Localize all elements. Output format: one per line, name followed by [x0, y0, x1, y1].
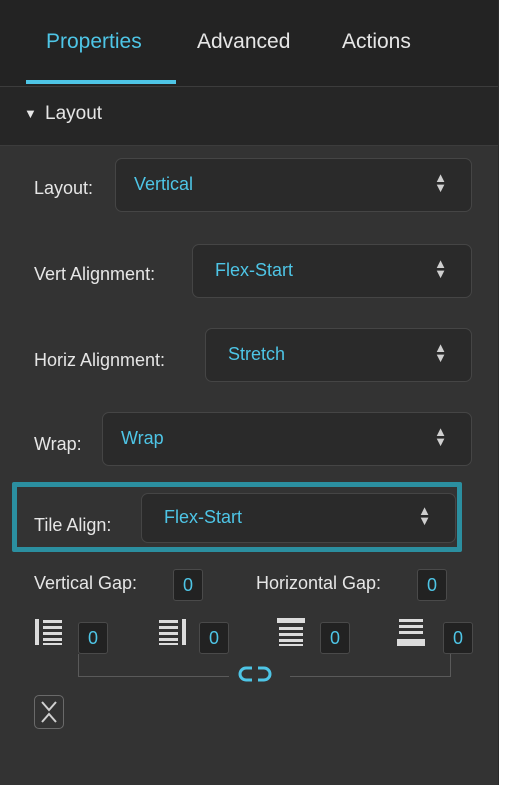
wrap-value: Wrap — [121, 428, 164, 448]
padding-left-icon — [35, 619, 62, 645]
vert-alignment-select[interactable]: Flex-Start ▲ ▼ — [192, 244, 472, 298]
tab-actions[interactable]: Actions — [342, 30, 411, 54]
horiz-alignment-label: Horiz Alignment: — [34, 350, 166, 370]
up-down-arrows-icon: ▲ ▼ — [434, 170, 447, 195]
link-bracket-right — [290, 654, 451, 677]
padding-left-input[interactable]: 0 — [78, 622, 108, 654]
link-bracket-left — [78, 654, 229, 677]
padding-right-icon — [159, 619, 186, 645]
padding-top-icon — [277, 618, 305, 646]
tab-advanced[interactable]: Advanced — [197, 30, 290, 54]
tile-align-value: Flex-Start — [164, 507, 243, 527]
collapse-icon — [41, 701, 57, 723]
layout-value: Vertical — [134, 174, 194, 194]
vert-alignment-value: Flex-Start — [215, 260, 294, 280]
tab-bar: Properties Advanced Actions — [0, 0, 498, 86]
horizontal-gap-input[interactable]: 0 — [417, 569, 447, 601]
vert-alignment-label: Vert Alignment: — [34, 264, 156, 284]
section-title: Layout — [45, 103, 103, 124]
horiz-alignment-select[interactable]: Stretch ▲ ▼ — [205, 328, 472, 382]
up-down-arrows-icon: ▲ ▼ — [434, 340, 447, 365]
layout-section-header[interactable]: ▼ Layout — [0, 86, 498, 146]
padding-top-input[interactable]: 0 — [320, 622, 350, 654]
link-icon[interactable] — [238, 664, 272, 684]
up-down-arrows-icon: ▲ ▼ — [434, 256, 447, 281]
up-down-arrows-icon: ▲ ▼ — [434, 424, 447, 449]
tile-align-select[interactable]: Flex-Start ▲ ▼ — [141, 493, 456, 543]
padding-bottom-input[interactable]: 0 — [443, 622, 473, 654]
vertical-gap-label: Vertical Gap: — [34, 573, 138, 593]
tile-align-label: Tile Align: — [34, 515, 112, 535]
horizontal-gap-label: Horizontal Gap: — [256, 573, 382, 593]
wrap-label: Wrap: — [34, 434, 82, 454]
caret-down-icon: ▼ — [24, 106, 37, 121]
wrap-select[interactable]: Wrap ▲ ▼ — [102, 412, 472, 466]
up-down-arrows-icon: ▲ ▼ — [418, 503, 431, 528]
collapse-button[interactable] — [34, 695, 64, 729]
padding-bottom-icon — [397, 619, 425, 646]
layout-label: Layout: — [34, 178, 94, 198]
tab-properties[interactable]: Properties — [46, 30, 142, 54]
padding-right-input[interactable]: 0 — [199, 622, 229, 654]
layout-select[interactable]: Vertical ▲ ▼ — [115, 158, 472, 212]
properties-panel: Properties Advanced Actions ▼ Layout Lay… — [0, 0, 499, 785]
horiz-alignment-value: Stretch — [228, 344, 286, 364]
active-tab-indicator — [26, 80, 176, 84]
vertical-gap-input[interactable]: 0 — [173, 569, 203, 601]
